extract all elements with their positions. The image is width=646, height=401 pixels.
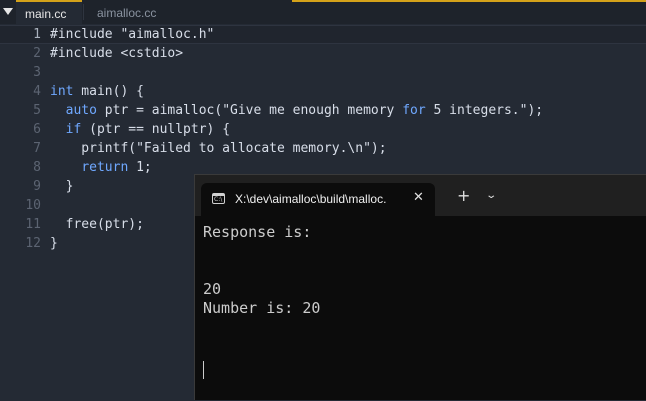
line-number: 3 bbox=[33, 65, 41, 80]
code-token: free(ptr); bbox=[50, 217, 144, 232]
code-text: } bbox=[50, 234, 58, 253]
code-text: return 1; bbox=[50, 158, 152, 177]
tab-aimalloc-cc[interactable]: aimalloc.cc bbox=[84, 0, 182, 24]
code-token: printf("Failed to allocate memory.\n"); bbox=[50, 141, 387, 156]
text-cursor bbox=[203, 361, 204, 379]
line-number: 5 bbox=[33, 103, 41, 118]
code-text: free(ptr); bbox=[50, 215, 144, 234]
code-line[interactable]: 7 printf("Failed to allocate memory.\n")… bbox=[0, 139, 646, 158]
code-line[interactable]: 5 auto ptr = aimalloc("Give me enough me… bbox=[0, 101, 646, 120]
code-line[interactable]: 3 bbox=[0, 63, 646, 82]
code-token: 1; bbox=[128, 160, 152, 175]
code-token: 5 integers."); bbox=[425, 103, 544, 118]
terminal-output-line: Number is: 20 bbox=[203, 299, 321, 317]
keyword-token: int bbox=[50, 84, 74, 99]
code-text: } bbox=[50, 177, 74, 196]
code-text: int main() { bbox=[50, 82, 144, 101]
keyword-token: for bbox=[402, 103, 426, 118]
line-number: 11 bbox=[25, 217, 41, 232]
code-line[interactable]: 2 #include <cstdio> bbox=[0, 44, 646, 63]
new-tab-icon[interactable]: + bbox=[457, 188, 470, 204]
code-line[interactable]: 6 if (ptr == nullptr) { bbox=[0, 120, 646, 139]
line-number: 9 bbox=[33, 179, 41, 194]
terminal-output-line: Response is: bbox=[203, 223, 312, 241]
line-number: 8 bbox=[33, 160, 41, 175]
close-tab-icon[interactable]: ✕ bbox=[413, 190, 424, 205]
terminal-tab[interactable]: C:\ X:\dev\aimalloc\build\malloc. ✕ bbox=[201, 183, 435, 216]
terminal-icon: C:\ bbox=[212, 193, 225, 204]
keyword-token: if bbox=[65, 122, 82, 137]
line-number: 4 bbox=[33, 84, 41, 99]
code-text: printf("Failed to allocate memory.\n"); bbox=[50, 139, 387, 158]
code-line[interactable]: 1 #include "aimalloc.h" bbox=[0, 25, 646, 44]
code-token: } bbox=[50, 179, 74, 194]
code-line[interactable]: 4 int main() { bbox=[0, 82, 646, 101]
terminal-output-line: 20 bbox=[203, 280, 222, 298]
line-number: 7 bbox=[33, 141, 41, 156]
code-token: ptr = aimalloc("Give me enough memory bbox=[96, 103, 403, 118]
line-number: 6 bbox=[33, 122, 41, 137]
chevron-down-icon[interactable]: ⌄ bbox=[485, 190, 497, 201]
code-token: (ptr == nullptr) { bbox=[81, 122, 231, 137]
terminal-window: C:\ X:\dev\aimalloc\build\malloc. ✕ + ⌄ … bbox=[194, 174, 646, 400]
keyword-token: return bbox=[81, 160, 129, 175]
line-number: 1 bbox=[33, 27, 41, 42]
code-text: auto ptr = aimalloc("Give me enough memo… bbox=[50, 101, 543, 120]
tab-menu-dropdown-icon[interactable] bbox=[3, 8, 13, 15]
tab-main-cc[interactable]: main.cc bbox=[16, 0, 82, 24]
line-number: 12 bbox=[25, 236, 41, 251]
terminal-tab-title: X:\dev\aimalloc\build\malloc. bbox=[235, 192, 387, 206]
terminal-output[interactable]: Response is: 20 Number is: 20 bbox=[195, 216, 646, 401]
code-token: #include "aimalloc.h" bbox=[50, 27, 215, 42]
editor-tab-bar: main.cc aimalloc.cc bbox=[0, 0, 646, 24]
line-number: 2 bbox=[33, 46, 41, 61]
line-number: 10 bbox=[25, 198, 41, 213]
terminal-title-bar: C:\ X:\dev\aimalloc\build\malloc. ✕ + ⌄ bbox=[195, 175, 646, 216]
accent-bar bbox=[292, 0, 646, 2]
code-text: if (ptr == nullptr) { bbox=[50, 120, 230, 139]
code-token: #include <cstdio> bbox=[50, 46, 184, 61]
code-text: #include <cstdio> bbox=[50, 44, 183, 63]
keyword-token: auto bbox=[65, 103, 97, 118]
code-token: main() { bbox=[73, 84, 144, 99]
code-token: } bbox=[50, 236, 58, 251]
code-text: #include "aimalloc.h" bbox=[50, 26, 214, 43]
